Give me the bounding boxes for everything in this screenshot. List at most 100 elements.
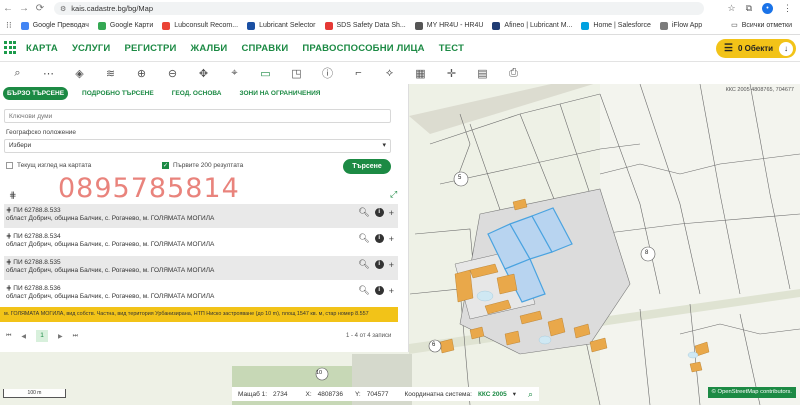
result-item[interactable]: ⋕ ПИ 62788.8.536 област Добрич, община Б… bbox=[4, 282, 398, 306]
scale-value[interactable]: 2734 bbox=[273, 391, 287, 398]
tab-restriction-zones[interactable]: ЗОНИ НА ОГРАНИЧЕНИЯ bbox=[236, 87, 325, 100]
apps-grid-icon[interactable] bbox=[4, 41, 18, 55]
select-polygon-icon[interactable]: ◳ bbox=[281, 63, 312, 83]
parcel-label: 8 bbox=[645, 250, 649, 256]
back-icon[interactable]: ← bbox=[0, 3, 16, 14]
crosshair-icon[interactable]: ✛ bbox=[436, 63, 467, 83]
tab-advanced-search[interactable]: ПОДРОБНО ТЪРСЕНЕ bbox=[78, 87, 158, 100]
tab-geodetic-base[interactable]: ГЕОД. ОСНОВА bbox=[168, 87, 226, 100]
pan-icon[interactable]: ✥ bbox=[188, 63, 219, 83]
layers-icon[interactable]: ◈ bbox=[64, 63, 95, 83]
document-icon[interactable]: ▤ bbox=[467, 63, 498, 83]
add-icon[interactable]: + bbox=[389, 208, 394, 218]
avatar[interactable]: • bbox=[762, 3, 773, 14]
site-info-icon[interactable]: ⚙ bbox=[60, 5, 66, 13]
grid-view-icon[interactable]: ⋕ bbox=[9, 190, 17, 201]
first-page-icon[interactable]: ⏮ bbox=[6, 333, 11, 340]
next-page-icon[interactable]: ▶ bbox=[58, 333, 63, 340]
route-icon[interactable]: ⟡ bbox=[374, 63, 405, 83]
expand-icon[interactable]: ⤢ bbox=[390, 189, 397, 200]
keywords-input[interactable] bbox=[4, 109, 391, 123]
add-icon[interactable]: + bbox=[389, 286, 394, 296]
extensions-icon[interactable]: ⧉ bbox=[746, 3, 752, 14]
osm-attribution[interactable]: © OpenStreetMap contributors. bbox=[707, 387, 796, 398]
reload-icon[interactable]: ⟳ bbox=[32, 3, 48, 14]
result-item[interactable]: ⋕ ПИ 62788.8.535 област Добрич, община Б… bbox=[4, 256, 398, 280]
bookmark-item[interactable]: Afineo | Lubricant M... bbox=[492, 21, 572, 30]
bookmark-item[interactable]: SDS Safety Data Sh... bbox=[324, 21, 406, 30]
browser-menu-icon[interactable]: ⋮ bbox=[783, 3, 792, 14]
bookmark-favicon bbox=[97, 21, 106, 30]
result-item[interactable]: ⋕ ПИ 62788.8.533 област Добрич, община Б… bbox=[4, 204, 398, 228]
arrow-down-icon: ↓ bbox=[779, 41, 793, 56]
bookmark-item[interactable]: Lubricant Selector bbox=[247, 21, 316, 30]
zoom-in-icon[interactable]: ⊕ bbox=[126, 63, 157, 83]
bookmark-favicon bbox=[324, 21, 333, 30]
url-field[interactable]: ⚙ kais.cadastre.bg/bg/Map bbox=[54, 2, 704, 15]
add-icon[interactable]: + bbox=[389, 260, 394, 270]
bookmark-favicon bbox=[162, 21, 171, 30]
forward-icon[interactable]: → bbox=[16, 3, 32, 14]
search-icon[interactable]: ⌕ bbox=[528, 389, 533, 400]
info-icon[interactable]: i bbox=[374, 234, 384, 243]
zoom-out-icon[interactable]: ⊖ bbox=[157, 63, 188, 83]
zoom-to-icon[interactable]: 🔍︎ bbox=[358, 285, 369, 296]
info-icon[interactable]: i bbox=[374, 260, 384, 269]
info-icon[interactable]: ⓘ bbox=[312, 63, 343, 83]
search-icon[interactable]: ⌕ bbox=[2, 63, 33, 83]
info-icon[interactable]: i bbox=[374, 208, 384, 217]
menu-item-complaints[interactable]: ЖАЛБИ bbox=[191, 43, 228, 54]
add-icon[interactable]: + bbox=[389, 234, 394, 244]
layers-stack-icon[interactable]: ≋ bbox=[95, 63, 126, 83]
last-page-icon[interactable]: ⏭ bbox=[73, 333, 78, 340]
zoom-to-icon[interactable]: 🔍︎ bbox=[358, 259, 369, 270]
corner-icon[interactable]: ⌐ bbox=[343, 63, 374, 83]
apps-icon[interactable]: ⁝⁝ bbox=[6, 20, 12, 31]
zoom-to-icon[interactable]: 🔍︎ bbox=[358, 207, 369, 218]
prev-page-icon[interactable]: ◀ bbox=[21, 333, 26, 340]
select-rectangle-icon[interactable]: ▭ bbox=[250, 63, 281, 83]
menu-item-registers[interactable]: РЕГИСТРИ bbox=[124, 43, 176, 54]
bookmark-item[interactable]: Home | Salesforce bbox=[581, 21, 651, 30]
parcel-label: 6 bbox=[432, 342, 436, 348]
menu-item-reports[interactable]: СПРАВКИ bbox=[241, 43, 288, 54]
all-bookmarks-button[interactable]: ▭ Всички отметки bbox=[731, 21, 792, 30]
bookmark-item[interactable]: Google Преводач bbox=[20, 21, 89, 30]
crs-select[interactable]: ККС 2005 bbox=[478, 391, 507, 398]
menu-item-licensed-persons[interactable]: ПРАВОСПОСОБНИ ЛИЦА bbox=[302, 43, 424, 54]
menu-item-map[interactable]: КАРТА bbox=[26, 43, 58, 54]
bookmark-item[interactable]: MY HR4U - HR4U bbox=[414, 21, 483, 30]
zoom-to-icon[interactable]: 🔍︎ bbox=[358, 233, 369, 244]
objects-button[interactable]: ☰ 0 Обекти ↓ bbox=[716, 39, 796, 58]
result-item[interactable]: ⋕ ПИ 62788.8.534 област Добрич, община Б… bbox=[4, 230, 398, 254]
print-icon[interactable]: ⎙ bbox=[498, 63, 529, 83]
url-text: kais.cadastre.bg/bg/Map bbox=[71, 4, 153, 13]
caret-down-icon[interactable]: ▾ bbox=[513, 390, 516, 398]
current-view-checkbox-row[interactable]: Текущ изглед на картата bbox=[6, 162, 91, 169]
bookmark-favicon bbox=[581, 21, 590, 30]
star-icon[interactable]: ☆ bbox=[727, 3, 735, 14]
search-button[interactable]: Търсене bbox=[343, 159, 391, 174]
marker-icon[interactable]: ⌖ bbox=[219, 63, 250, 83]
bookmarks-bar: ⁝⁝ Google Преводач Google Карти Lubconsu… bbox=[0, 17, 800, 35]
menu-item-test[interactable]: ТЕСТ bbox=[439, 43, 464, 54]
first200-checkbox-row[interactable]: ✓ Първите 200 резултата bbox=[162, 162, 243, 169]
measure-line-icon[interactable]: ⋯ bbox=[33, 63, 64, 83]
bookmark-favicon bbox=[414, 21, 423, 30]
first200-checkbox[interactable]: ✓ bbox=[162, 162, 169, 169]
tab-quick-search[interactable]: БЪРЗО ТЪРСЕНЕ bbox=[3, 86, 69, 100]
search-tabs: БЪРЗО ТЪРСЕНЕ ПОДРОБНО ТЪРСЕНЕ ГЕОД. ОСН… bbox=[0, 84, 408, 102]
map-icon[interactable]: ▦ bbox=[405, 63, 436, 83]
bookmark-item[interactable]: Lubconsult Recom... bbox=[162, 21, 238, 30]
bookmark-favicon bbox=[492, 21, 501, 30]
info-icon[interactable]: i bbox=[374, 286, 384, 295]
bookmark-item[interactable]: iFlow App bbox=[659, 21, 702, 30]
geo-location-select[interactable]: Избери ▾ bbox=[4, 139, 391, 153]
bookmark-item[interactable]: Google Карти bbox=[97, 21, 153, 30]
watermark-text: 0895785814 bbox=[58, 173, 240, 204]
current-view-checkbox[interactable] bbox=[6, 162, 13, 169]
menu-item-services[interactable]: УСЛУГИ bbox=[72, 43, 111, 54]
page-number[interactable]: 1 bbox=[36, 330, 49, 342]
pagination: ⏮ ◀ 1 ▶ ⏭ bbox=[6, 330, 78, 342]
folder-icon: ▭ bbox=[731, 22, 738, 29]
